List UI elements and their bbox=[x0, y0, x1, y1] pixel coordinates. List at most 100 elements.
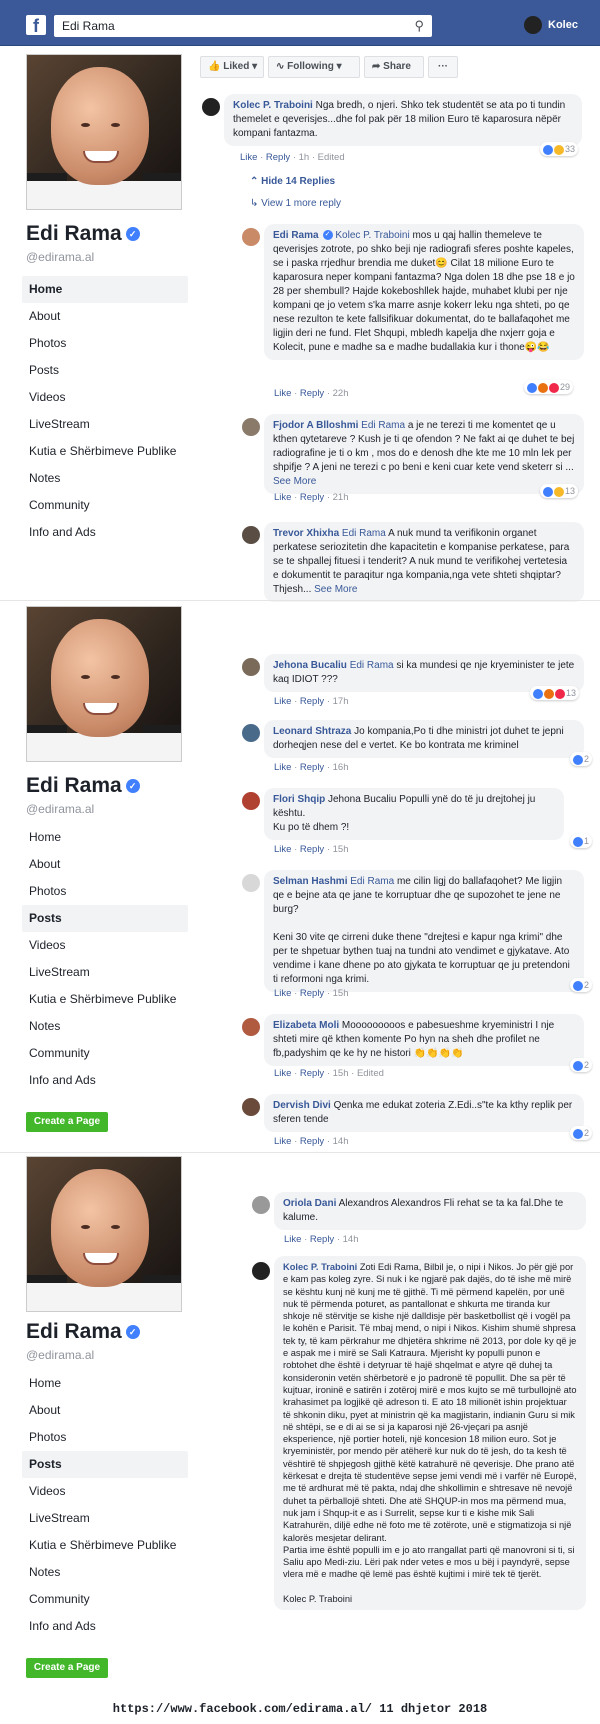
top-bar: f Edi Rama ⚲ Kolec bbox=[0, 0, 600, 46]
page-name[interactable]: Edi Rama ✓ bbox=[26, 774, 140, 798]
following-button[interactable]: ∿ Following ▾ bbox=[268, 56, 360, 78]
reply-avatar[interactable] bbox=[242, 228, 260, 246]
reply-avatar[interactable] bbox=[242, 874, 260, 892]
reply-edi-rama: Edi Rama ✓ Kolec P. Traboini mos u qaj ha… bbox=[264, 224, 584, 360]
reply-kolec-long: Kolec P. Traboini Zoti Edi Rama, Bilbil … bbox=[274, 1256, 586, 1611]
nav-home[interactable]: Home bbox=[22, 1370, 188, 1397]
nav-info-ads[interactable]: Info and Ads bbox=[22, 1067, 188, 1094]
profile-photo[interactable] bbox=[26, 606, 182, 762]
nav-livestream[interactable]: LiveStream bbox=[22, 959, 188, 986]
liked-button[interactable]: 👍 Liked ▾ bbox=[200, 56, 264, 78]
hide-replies-link[interactable]: ⌃ Hide 14 Replies bbox=[250, 176, 335, 187]
reply-avatar[interactable] bbox=[242, 658, 260, 676]
page-handle: @edirama.al bbox=[26, 802, 95, 816]
reply-selman: Selman Hashmi Edi Rama me cilin ligj do … bbox=[264, 870, 584, 992]
reaction-count[interactable]: 2 bbox=[570, 978, 593, 992]
reply-avatar[interactable] bbox=[242, 418, 260, 436]
like-link[interactable]: Like bbox=[240, 152, 257, 163]
create-page-button[interactable]: Create a Page bbox=[26, 1112, 108, 1132]
reaction-count[interactable]: 29 bbox=[524, 380, 574, 394]
nav-posts[interactable]: Posts bbox=[22, 905, 188, 932]
reaction-count[interactable]: 2 bbox=[570, 1058, 593, 1072]
nav-home[interactable]: Home bbox=[22, 824, 188, 851]
nav-posts[interactable]: Posts bbox=[22, 357, 188, 384]
nav-about[interactable]: About bbox=[22, 851, 188, 878]
user-profile-link[interactable]: Kolec bbox=[524, 16, 578, 35]
verified-badge-icon: ✓ bbox=[125, 1325, 140, 1340]
see-more-link[interactable]: See More bbox=[273, 476, 316, 487]
page-handle: @edirama.al bbox=[26, 1348, 95, 1362]
nav-videos[interactable]: Videos bbox=[22, 384, 188, 411]
comment-avatar[interactable] bbox=[202, 98, 220, 116]
search-input[interactable]: Edi Rama ⚲ bbox=[54, 15, 432, 37]
nav-about[interactable]: About bbox=[22, 303, 188, 330]
reply-meta: Like · Reply · 14h bbox=[284, 1234, 359, 1245]
nav-notes[interactable]: Notes bbox=[22, 1559, 188, 1586]
verified-badge-icon: ✓ bbox=[125, 227, 140, 242]
page-name[interactable]: Edi Rama ✓ bbox=[26, 222, 140, 246]
reaction-count[interactable]: 1 bbox=[570, 834, 593, 848]
page-handle: @edirama.al bbox=[26, 250, 95, 264]
reply-avatar[interactable] bbox=[242, 1018, 260, 1036]
facebook-logo-icon[interactable]: f bbox=[26, 15, 46, 36]
reply-meta: Like · Reply · 16h bbox=[274, 762, 349, 773]
profile-photo[interactable] bbox=[26, 1156, 182, 1312]
reply-meta: Like · Reply · 21h bbox=[274, 492, 349, 503]
nav-notes[interactable]: Notes bbox=[22, 465, 188, 492]
nav-livestream[interactable]: LiveStream bbox=[22, 1505, 188, 1532]
reaction-count[interactable]: 13 bbox=[540, 484, 579, 498]
reply-meta: Like · Reply · 15h bbox=[274, 844, 349, 855]
view-more-reply-link[interactable]: ↳ View 1 more reply bbox=[250, 198, 341, 209]
reply-fjodor: Fjodor A Blloshmi Edi Rama a je ne terez… bbox=[264, 414, 584, 494]
mention[interactable]: Kolec P. Traboini bbox=[335, 230, 409, 241]
nav-livestream[interactable]: LiveStream bbox=[22, 411, 188, 438]
reply-avatar[interactable] bbox=[252, 1196, 270, 1214]
nav-notes[interactable]: Notes bbox=[22, 1013, 188, 1040]
reaction-count[interactable]: 13 bbox=[530, 686, 580, 700]
verified-badge-icon: ✓ bbox=[322, 230, 333, 241]
nav-info-ads[interactable]: Info and Ads bbox=[22, 519, 188, 546]
user-name: Kolec bbox=[548, 19, 578, 31]
nav-community[interactable]: Community bbox=[22, 492, 188, 519]
reply-author[interactable]: Edi Rama bbox=[273, 230, 319, 241]
reaction-count[interactable]: 2 bbox=[570, 1126, 593, 1140]
page-name[interactable]: Edi Rama ✓ bbox=[26, 1320, 140, 1344]
reply-meta: Like · Reply · 15h bbox=[274, 988, 349, 999]
nav-posts[interactable]: Posts bbox=[22, 1451, 188, 1478]
reply-avatar[interactable] bbox=[242, 792, 260, 810]
reply-flori: Flori Shqip Jehona Bucaliu Populli ynë d… bbox=[264, 788, 564, 840]
nav-community[interactable]: Community bbox=[22, 1040, 188, 1067]
nav-kutia[interactable]: Kutia e Shërbimeve Publike bbox=[22, 438, 188, 465]
nav-community[interactable]: Community bbox=[22, 1586, 188, 1613]
comment-author[interactable]: Kolec P. Traboini bbox=[233, 100, 313, 111]
nav-about[interactable]: About bbox=[22, 1397, 188, 1424]
nav-photos[interactable]: Photos bbox=[22, 878, 188, 905]
nav-kutia[interactable]: Kutia e Shërbimeve Publike bbox=[22, 1532, 188, 1559]
post-action-bar: 👍 Liked ▾ ∿ Following ▾ ➦ Share ··· bbox=[200, 56, 458, 80]
reply-link[interactable]: Reply bbox=[266, 152, 290, 163]
nav-videos[interactable]: Videos bbox=[22, 1478, 188, 1505]
nav-videos[interactable]: Videos bbox=[22, 932, 188, 959]
comment-kolec: Kolec P. Traboini Nga bredh, o njeri. Sh… bbox=[224, 94, 582, 146]
nav-photos[interactable]: Photos bbox=[22, 1424, 188, 1451]
nav-home[interactable]: Home bbox=[22, 276, 188, 303]
share-button[interactable]: ➦ Share bbox=[364, 56, 424, 78]
reply-avatar[interactable] bbox=[242, 526, 260, 544]
reply-avatar[interactable] bbox=[252, 1262, 270, 1280]
reaction-count[interactable]: 33 bbox=[540, 142, 579, 156]
create-page-button[interactable]: Create a Page bbox=[26, 1658, 108, 1678]
reaction-count[interactable]: 2 bbox=[570, 752, 593, 766]
profile-photo[interactable] bbox=[26, 54, 182, 210]
nav-photos[interactable]: Photos bbox=[22, 330, 188, 357]
reply-elizabeta: Elizabeta Moli Mooooooooos e pabesueshme… bbox=[264, 1014, 584, 1066]
reply-oriola: Oriola Dani Alexandros Alexandros Fli re… bbox=[274, 1192, 586, 1230]
nav-kutia[interactable]: Kutia e Shërbimeve Publike bbox=[22, 986, 188, 1013]
nav-info-ads[interactable]: Info and Ads bbox=[22, 1613, 188, 1640]
reply-avatar[interactable] bbox=[242, 1098, 260, 1116]
more-button[interactable]: ··· bbox=[428, 56, 458, 78]
page-nav-3: Home About Photos Posts Videos LiveStrea… bbox=[22, 1370, 188, 1640]
reply-dervish: Dervish Divi Qenka me edukat zoteria Z.E… bbox=[264, 1094, 584, 1132]
reply-avatar[interactable] bbox=[242, 724, 260, 742]
search-icon[interactable]: ⚲ bbox=[414, 18, 424, 34]
reply-meta: Like · Reply · 15h · Edited bbox=[274, 1068, 384, 1079]
